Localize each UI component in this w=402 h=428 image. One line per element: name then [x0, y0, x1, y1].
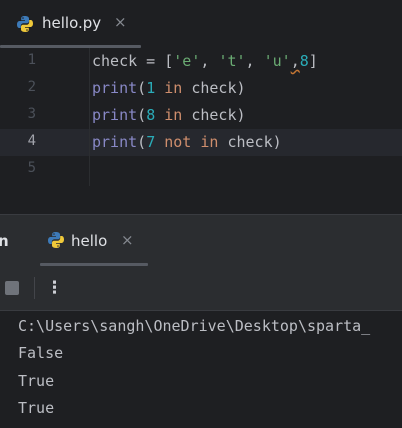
token-punct: (	[137, 79, 147, 97]
token-punct: ,	[245, 52, 264, 70]
token-keyword: in	[155, 79, 192, 97]
token-builtin: print	[92, 79, 138, 97]
python-icon	[48, 232, 64, 248]
token-operator: = [	[137, 52, 174, 70]
gutter-divider	[89, 48, 90, 186]
console-line: True	[18, 372, 55, 390]
token-builtin: print	[92, 106, 138, 124]
tab-hello-py[interactable]: hello.py ×	[0, 0, 141, 48]
run-toolbar: ⋮	[0, 267, 402, 310]
line-number: 2	[27, 79, 36, 95]
line-number: 5	[27, 160, 36, 176]
run-panel-title: n	[0, 232, 9, 250]
editor-tab-bar: hello.py ×	[0, 0, 402, 48]
line-number: 1	[27, 52, 36, 68]
token-builtin: print	[92, 133, 138, 151]
token-number: 1	[146, 79, 156, 97]
python-icon	[17, 16, 33, 32]
token-identifier: check	[227, 133, 273, 151]
console-line: C:\Users\sangh\OneDrive\Desktop\sparta_	[18, 317, 371, 335]
close-icon[interactable]: ×	[114, 13, 127, 31]
tab-run-hello[interactable]: hello ×	[40, 215, 148, 267]
more-vertical-icon[interactable]: ⋮	[46, 277, 63, 299]
toolbar-separator	[34, 277, 35, 299]
panel-gap	[0, 186, 402, 216]
code-line-current[interactable]: 4 print(7 not in check)	[0, 129, 402, 156]
console-output[interactable]: C:\Users\sangh\OneDrive\Desktop\sparta_ …	[0, 311, 402, 428]
tab-label: hello	[71, 232, 108, 250]
line-number: 4	[27, 133, 36, 149]
token-number: 7	[146, 133, 156, 151]
token-identifier: check	[92, 52, 138, 70]
token-identifier: check	[191, 106, 237, 124]
code-line[interactable]: 2 print(1 in check)	[0, 75, 402, 102]
stop-icon[interactable]	[5, 281, 19, 295]
token-punct: (	[137, 106, 147, 124]
token-string: 't'	[218, 52, 246, 70]
token-punct: ]	[308, 52, 318, 70]
token-punct: (	[137, 133, 147, 151]
token-identifier: check	[191, 79, 237, 97]
console-line: False	[18, 344, 64, 362]
ide-window: hello.py × 1 check = ['e', 't', 'u',8] 2…	[0, 0, 402, 428]
code-text: check = ['e', 't', 'u',8]	[92, 52, 318, 70]
code-text: print(7 not in check)	[92, 133, 282, 151]
console-line: True	[18, 399, 55, 417]
code-line[interactable]: 5	[0, 156, 402, 183]
token-keyword: not	[155, 133, 192, 151]
token-keyword: in	[191, 133, 228, 151]
code-text: print(8 in check)	[92, 106, 246, 124]
token-number: 8	[299, 52, 309, 70]
active-tab-indicator	[40, 263, 148, 266]
run-panel-header: n hello ×	[0, 215, 402, 267]
code-line[interactable]: 3 print(8 in check)	[0, 102, 402, 129]
code-editor[interactable]: 1 check = ['e', 't', 'u',8] 2 print(1 in…	[0, 48, 402, 186]
token-punct: )	[272, 133, 282, 151]
code-text: print(1 in check)	[92, 79, 246, 97]
close-icon[interactable]: ×	[121, 231, 134, 249]
token-punct: )	[236, 106, 246, 124]
token-punct: ,	[200, 52, 219, 70]
line-number: 3	[27, 106, 36, 122]
token-number: 8	[146, 106, 156, 124]
token-keyword: in	[155, 106, 192, 124]
token-string: 'e'	[173, 52, 201, 70]
tab-label: hello.py	[42, 14, 102, 32]
token-punct-warning: ,	[290, 52, 300, 70]
token-punct: )	[236, 79, 246, 97]
token-string: 'u'	[263, 52, 291, 70]
code-line[interactable]: 1 check = ['e', 't', 'u',8]	[0, 48, 402, 75]
